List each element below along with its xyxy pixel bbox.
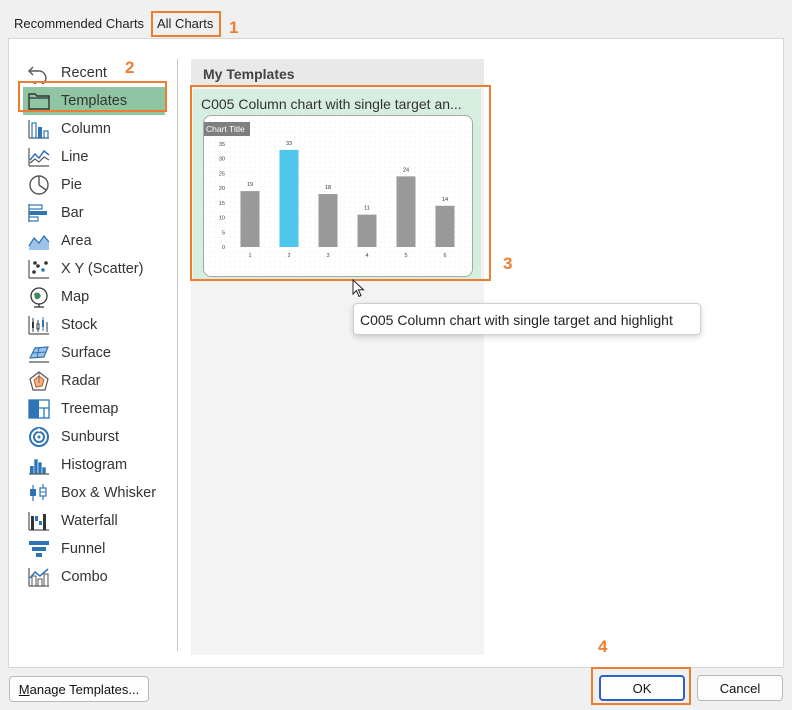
annotation-box-all-charts [151, 11, 221, 37]
chart-type-label: Radar [61, 373, 101, 389]
manage-templates-button[interactable]: Manage Templates... [9, 676, 149, 702]
annotation-number-2: 2 [125, 58, 135, 77]
annotation-number-3: 3 [503, 254, 513, 273]
annotation-box-template [190, 85, 491, 281]
area-chart-icon [27, 230, 51, 252]
chart-type-label: Histogram [61, 457, 128, 473]
chart-type-label: Stock [61, 317, 98, 333]
manage-templates-label: anage Templates... [29, 681, 140, 697]
chart-type-label: Line [61, 149, 89, 165]
bar-chart-icon [27, 202, 51, 224]
chart-type-sunburst[interactable]: Sunburst [23, 423, 165, 451]
annotation-number-1: 1 [229, 18, 239, 37]
ok-button[interactable]: OK [599, 675, 685, 701]
panel-divider [177, 59, 178, 651]
map-chart-icon [27, 286, 51, 308]
chart-type-treemap[interactable]: Treemap [23, 395, 165, 423]
chart-type-label: Surface [61, 345, 111, 361]
manage-templates-accelerator: M [18, 681, 30, 697]
template-tooltip: C005 Column chart with single target and… [353, 303, 701, 335]
funnel-chart-icon [27, 538, 51, 560]
chart-type-scatter[interactable]: X Y (Scatter) [23, 255, 165, 283]
surface-chart-icon [27, 342, 51, 364]
pie-chart-icon [27, 174, 51, 196]
cancel-button[interactable]: Cancel [697, 675, 783, 701]
chart-type-label: Combo [61, 569, 108, 585]
chart-type-label: Bar [61, 205, 84, 221]
mouse-pointer-icon [352, 278, 366, 304]
chart-type-combo[interactable]: Combo [23, 563, 165, 591]
radar-chart-icon [27, 370, 51, 392]
tab-recommended-charts[interactable]: Recommended Charts [14, 16, 144, 31]
chart-type-radar[interactable]: Radar [23, 367, 165, 395]
stock-chart-icon [27, 314, 51, 336]
sunburst-chart-icon [27, 426, 51, 448]
histogram-chart-icon [27, 454, 51, 476]
chart-type-label: Column [61, 121, 111, 137]
chart-type-label: Recent [61, 65, 107, 81]
chart-type-column[interactable]: Column [23, 115, 165, 143]
chart-type-label: X Y (Scatter) [61, 261, 144, 277]
chart-type-label: Area [61, 233, 92, 249]
combo-chart-icon [27, 566, 51, 588]
chart-type-pie[interactable]: Pie [23, 171, 165, 199]
chart-type-list: Recent Templates Column Line Pie Bar Are… [23, 57, 165, 652]
chart-type-funnel[interactable]: Funnel [23, 535, 165, 563]
treemap-chart-icon [27, 398, 51, 420]
column-chart-icon [27, 118, 51, 140]
chart-type-waterfall[interactable]: Waterfall [23, 507, 165, 535]
line-chart-icon [27, 146, 51, 168]
chart-type-label: Pie [61, 177, 82, 193]
chart-type-area[interactable]: Area [23, 227, 165, 255]
annotation-number-4: 4 [598, 637, 608, 656]
chart-type-surface[interactable]: Surface [23, 339, 165, 367]
chart-type-label: Treemap [61, 401, 119, 417]
chart-type-histogram[interactable]: Histogram [23, 451, 165, 479]
chart-type-line[interactable]: Line [23, 143, 165, 171]
chart-type-label: Box & Whisker [61, 485, 157, 501]
chart-type-bar[interactable]: Bar [23, 199, 165, 227]
scatter-chart-icon [27, 258, 51, 280]
tab-bar: Recommended Charts All Charts [0, 0, 792, 38]
chart-type-label: Waterfall [61, 513, 118, 529]
chart-type-box-whisker[interactable]: Box & Whisker [23, 479, 165, 507]
chart-type-label: Sunburst [61, 429, 120, 445]
templates-header: My Templates [191, 59, 484, 87]
annotation-box-templates [18, 81, 167, 112]
box-whisker-chart-icon [27, 482, 51, 504]
chart-type-label: Funnel [61, 541, 106, 557]
chart-type-map[interactable]: Map [23, 283, 165, 311]
waterfall-chart-icon [27, 510, 51, 532]
chart-type-label: Map [61, 289, 90, 305]
chart-type-stock[interactable]: Stock [23, 311, 165, 339]
